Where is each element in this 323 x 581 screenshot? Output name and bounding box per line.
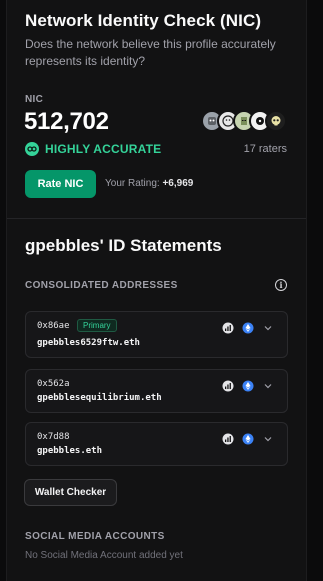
opensea-chart-icon[interactable] — [222, 433, 234, 445]
social-media-label: SOCIAL MEDIA ACCOUNTS — [25, 531, 165, 542]
ethereum-icon[interactable] — [242, 322, 254, 334]
address-short: 0x7d88 — [37, 432, 70, 442]
wallet-checker-button[interactable]: Wallet Checker — [24, 479, 117, 506]
accuracy-badge-icon — [25, 142, 39, 156]
primary-badge: Primary — [77, 319, 117, 332]
address-ens: gpebbles6529ftw.eth — [37, 338, 140, 348]
address-card[interactable]: 0x7d88 gpebbles.eth — [25, 422, 288, 466]
rate-nic-button[interactable]: Rate NIC — [25, 170, 96, 198]
address-actions — [222, 322, 274, 334]
consolidated-addresses-label: CONSOLIDATED ADDRESSES — [25, 279, 178, 291]
your-rating-value: +6,969 — [162, 178, 194, 189]
address-actions — [222, 380, 274, 392]
info-icon[interactable]: i — [275, 279, 287, 291]
accuracy-status: HIGHLY ACCURATE — [25, 142, 161, 156]
your-rating-label: Your Rating: — [105, 178, 160, 189]
id-statements-title: gpebbles' ID Statements — [25, 236, 222, 255]
your-rating: Your Rating: +6,969 — [105, 178, 193, 189]
address-card[interactable]: 0x86ae Primary gpebbles6529ftw.eth — [25, 311, 288, 358]
ethereum-icon[interactable] — [242, 433, 254, 445]
section-divider — [7, 218, 306, 219]
accuracy-status-text: HIGHLY ACCURATE — [45, 142, 162, 156]
address-short: 0x562a — [37, 379, 70, 389]
nic-title: Network Identity Check (NIC) — [25, 11, 262, 30]
opensea-chart-icon[interactable] — [222, 380, 234, 392]
nic-section: Network Identity Check (NIC) Does the ne… — [7, 0, 306, 218]
rater-avatars[interactable] — [201, 110, 287, 132]
consolidated-addresses-header: CONSOLIDATED ADDRESSES i — [25, 279, 287, 291]
opensea-chart-icon[interactable] — [222, 322, 234, 334]
address-actions — [222, 433, 274, 445]
address-ens: gpebbles.eth — [37, 446, 103, 456]
address-card[interactable]: 0x562a gpebblesequilibrium.eth — [25, 369, 288, 413]
profile-panel: Network Identity Check (NIC) Does the ne… — [6, 0, 307, 581]
ethereum-icon[interactable] — [242, 380, 254, 392]
social-media-empty-state: No Social Media Account added yet — [25, 550, 183, 561]
chevron-down-icon[interactable] — [262, 322, 274, 334]
chevron-down-icon[interactable] — [262, 380, 274, 392]
nic-description: Does the network believe this profile ac… — [25, 37, 276, 68]
raters-count: 17 raters — [243, 143, 287, 155]
nic-label: NIC — [25, 94, 44, 105]
nic-score: 512,702 — [24, 108, 109, 135]
address-short: 0x86ae — [37, 321, 70, 331]
chevron-down-icon[interactable] — [262, 433, 274, 445]
rater-avatar-skull-icon[interactable] — [265, 110, 287, 132]
address-ens: gpebblesequilibrium.eth — [37, 393, 162, 403]
